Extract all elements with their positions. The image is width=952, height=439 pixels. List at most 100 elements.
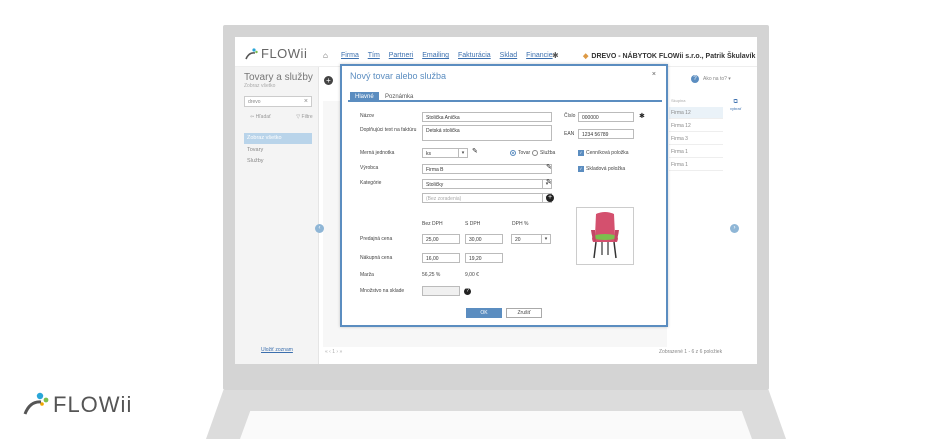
chevron-down-icon: ▾	[541, 235, 550, 243]
unit-select[interactable]: ks ▾	[422, 148, 468, 158]
type-service-radio[interactable]	[532, 150, 538, 156]
sidebar-item-all[interactable]: Zobraz všetko	[244, 133, 312, 144]
menu-item-tim[interactable]: Tím	[368, 52, 380, 59]
col-no-vat: Bez DPH	[422, 221, 443, 227]
menu-item-fakturacia[interactable]: Fakturácia	[458, 52, 491, 59]
brand-logo: FLOWii	[23, 392, 132, 418]
chevron-down-icon: ▾	[458, 149, 467, 157]
menu-item-partneri[interactable]: Partneri	[389, 52, 414, 59]
list-item[interactable]: Firma 1	[669, 146, 723, 158]
clear-search-icon[interactable]: ×	[304, 98, 308, 105]
add-category-icon[interactable]: +	[546, 194, 554, 202]
sidebar-item-goods[interactable]: Tovary	[244, 145, 312, 156]
add-item-button[interactable]: +	[324, 76, 333, 85]
sidebar-search-input[interactable]: drevo ×	[244, 96, 312, 107]
price-list-label: Cenníková položka	[586, 150, 629, 156]
name-input[interactable]: Stolička Anička	[422, 112, 552, 122]
external-link-icon: ⧉	[733, 99, 738, 105]
tab-main[interactable]: Hlavné	[350, 92, 379, 102]
tab-note[interactable]: Poznámka	[380, 92, 418, 102]
menu-item-emailing[interactable]: Emailing	[422, 52, 449, 59]
app-screen: FLOWii ⌂ Firma Tím Partneri Emailing Fak…	[235, 37, 757, 364]
number-label: Číslo	[564, 113, 576, 119]
col-vat: S DPH	[465, 221, 481, 227]
producer-label: Výrobca	[360, 165, 379, 171]
sell-price-label: Predajná cena	[360, 236, 393, 242]
main-menu: Firma Tím Partneri Emailing Fakturácia S…	[341, 52, 560, 59]
list-item[interactable]: Firma 3	[669, 133, 723, 145]
type-service-label: Služba	[540, 150, 556, 156]
stock-qty-label: Množstvo na sklade	[360, 288, 405, 294]
name-label: Názov	[360, 113, 375, 119]
app-logo[interactable]: FLOWii	[245, 46, 307, 61]
chair-image	[591, 212, 619, 259]
help-link[interactable]: ? Ako na to? ▾	[691, 75, 731, 83]
top-navigation: FLOWii ⌂ Firma Tím Partneri Emailing Fak…	[235, 37, 757, 67]
new-item-dialog: Nový tovar alebo služba × Hlavné Poznámk…	[340, 64, 668, 327]
ok-button[interactable]: OK	[466, 308, 502, 318]
number-input[interactable]: 000000	[578, 112, 634, 122]
next-page-icon[interactable]: ›	[730, 224, 739, 233]
sell-price-no-vat-input[interactable]: 25,00	[422, 234, 460, 244]
save-list-link[interactable]: Uložiť zoznam	[261, 347, 293, 353]
company-logo-icon: ◆	[583, 53, 589, 60]
buy-price-label: Nákupná cena	[360, 255, 393, 261]
settings-gear-icon[interactable]: ✱	[552, 51, 559, 60]
margin-label: Marža	[360, 272, 374, 278]
unit-label: Merná jednotka	[360, 150, 395, 156]
search-action[interactable]: ⇦ Hľadať	[250, 114, 283, 120]
cancel-button[interactable]: Zrušiť	[506, 308, 542, 318]
select-action[interactable]: ⧉ vybrať	[730, 99, 741, 111]
buy-price-vat-input[interactable]: 19,20	[465, 253, 503, 263]
list-item[interactable]: Firma 12	[669, 120, 723, 132]
list-item[interactable]: Firma 1	[669, 159, 723, 171]
sidebar-title: Tovary a služby	[244, 72, 313, 83]
vat-pct-select[interactable]: 20 ▾	[511, 234, 551, 244]
ean-label: EAN	[564, 131, 575, 137]
type-goods-radio[interactable]	[510, 150, 516, 156]
edit-pencil-icon[interactable]: ✎	[546, 163, 552, 171]
prev-page-icon[interactable]: ‹	[315, 224, 324, 233]
menu-item-firma[interactable]: Firma	[341, 52, 359, 59]
invoice-text-input[interactable]: Detská stolička	[422, 125, 552, 141]
col-vat-pct: DPH %	[512, 221, 529, 227]
producer-input[interactable]: Firma B	[422, 164, 552, 174]
close-icon[interactable]: ×	[652, 71, 656, 78]
stock-item-checkbox[interactable]: ✓	[578, 166, 584, 172]
category-select-empty[interactable]: (Bez zoradenia)▾	[422, 193, 552, 203]
sell-price-vat-input[interactable]: 30,00	[465, 234, 503, 244]
category-select[interactable]: Stoličky ▾	[422, 179, 552, 189]
sidebar-subtitle: Zobraz všetko	[244, 83, 276, 89]
product-image[interactable]	[576, 207, 634, 265]
list-summary: Zobrazené 1 - 6 z 6 položiek	[659, 349, 723, 355]
stock-qty-input	[422, 286, 460, 296]
help-icon[interactable]: ?	[464, 288, 471, 295]
ean-input[interactable]: 1234 56789	[578, 129, 634, 139]
list-item[interactable]: Firma 12	[669, 107, 723, 119]
settings-gear-icon[interactable]: ✱	[639, 112, 645, 120]
company-selector[interactable]: ◆ DREVO - NÁBYTOK FLOWii s.r.o., Patrik Š…	[583, 52, 755, 60]
home-icon[interactable]: ⌂	[323, 51, 328, 60]
menu-item-financie[interactable]: Financie	[526, 52, 552, 59]
category-label: Kategórie	[360, 180, 382, 186]
help-icon: ?	[691, 75, 699, 83]
buy-price-no-vat-input[interactable]: 16,00	[422, 253, 460, 263]
group-column-header: Skupina	[671, 98, 686, 103]
edit-pencil-icon[interactable]: ✎	[472, 147, 478, 155]
sidebar-item-services[interactable]: Služby	[244, 156, 312, 167]
stock-item-label: Skladová položka	[586, 166, 626, 172]
left-sidebar: Tovary a služby Zobraz všetko drevo × ⇦ H…	[235, 67, 319, 364]
pagination[interactable]: « ‹ 1 › »	[325, 349, 342, 355]
menu-item-sklad[interactable]: Sklad	[500, 52, 518, 59]
edit-pencil-icon[interactable]: ✎	[546, 178, 552, 186]
flowii-logo-icon	[245, 48, 258, 60]
laptop-keyboard-area	[240, 411, 752, 439]
margin-value: 9,00 €	[465, 272, 479, 278]
price-list-checkbox[interactable]: ✓	[578, 150, 584, 156]
type-goods-label: Tovar	[518, 150, 531, 156]
margin-pct: 56,25 %	[422, 272, 441, 278]
filter-action[interactable]: ▽ Filtre	[296, 114, 324, 120]
dialog-tabs: Hlavné Poznámka	[348, 92, 662, 102]
invoice-text-label: Doplňujúci text na faktúru	[360, 127, 417, 133]
dialog-title: Nový tovar alebo služba	[350, 71, 447, 81]
